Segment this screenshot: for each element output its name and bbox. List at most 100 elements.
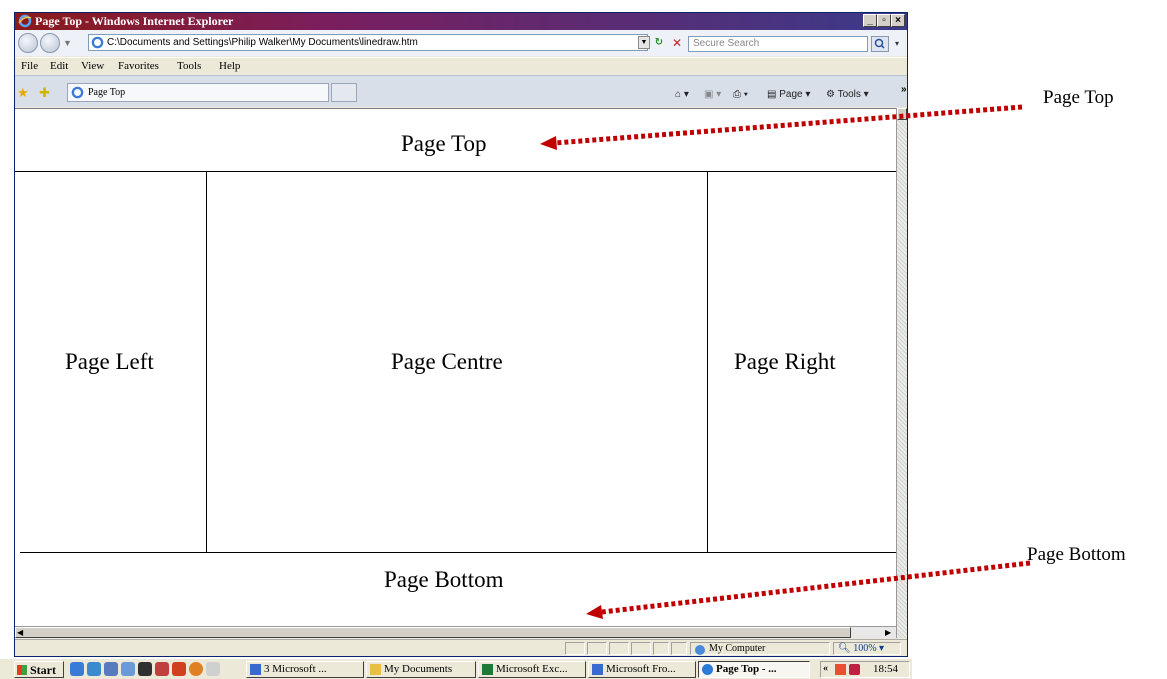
scroll-right-arrow-icon[interactable]: ▶ (885, 628, 891, 637)
zoom-value: 100% (853, 643, 877, 654)
security-zone[interactable]: My Computer (690, 642, 830, 655)
quicklaunch-ie-icon[interactable] (70, 662, 84, 676)
ie-page-icon (71, 86, 84, 99)
taskbar-button-page-top[interactable]: Page Top - ... (698, 661, 810, 678)
taskbar-button-frontpage[interactable]: Microsoft Fro... (588, 661, 696, 678)
quicklaunch-app-icon[interactable] (155, 662, 169, 676)
address-field[interactable]: C:\Documents and Settings\Philip Walker\… (88, 34, 648, 51)
ie-icon (18, 14, 32, 28)
browser-window: Page Top - Windows Internet Explorer _ ▫… (14, 12, 908, 657)
address-row: ▼ C:\Documents and Settings\Philip Walke… (15, 30, 907, 56)
page-menu-button[interactable]: ▤ Page ▾ (767, 89, 810, 100)
back-button[interactable] (18, 33, 38, 53)
vertical-scroll-thumb[interactable] (897, 108, 907, 120)
status-cell (609, 642, 629, 655)
start-label: Start (30, 663, 56, 677)
right-divider (707, 171, 708, 552)
taskbar-button-label: Microsoft Exc... (496, 663, 568, 675)
taskbar-button-label: My Documents (384, 663, 453, 675)
search-icon[interactable] (871, 36, 889, 52)
windows-logo-icon (17, 665, 27, 675)
more-commands-icon[interactable]: » (901, 84, 907, 95)
menu-edit[interactable]: Edit (50, 60, 68, 72)
page-right-text: Page Right (734, 349, 836, 374)
bottom-divider (20, 552, 896, 553)
print-icon[interactable]: ⎙ ▾ (733, 89, 748, 100)
window-title: Page Top - Windows Internet Explorer (35, 14, 234, 28)
status-cell (587, 642, 607, 655)
zoom-control[interactable]: 🔍︎ 100% ▾ (833, 642, 901, 655)
search-placeholder: Secure Search (693, 38, 760, 49)
quicklaunch-tool-icon[interactable] (206, 662, 220, 676)
stop-icon[interactable]: ✕ (670, 36, 684, 50)
taskbar-button-label: 3 Microsoft ... (264, 663, 327, 675)
excel-icon (482, 664, 493, 675)
status-cell (653, 642, 669, 655)
refresh-icon[interactable]: ↻ (652, 36, 666, 50)
horizontal-scrollbar[interactable]: ◀ ▶ (15, 626, 896, 638)
folder-icon (370, 664, 381, 675)
word-icon (250, 664, 261, 675)
ie-page-icon (91, 36, 104, 49)
search-options-dropdown-icon[interactable]: ▾ (891, 36, 903, 52)
annotation-page-top: Page Top (1043, 87, 1114, 108)
favorites-center-icon[interactable]: ★ (17, 85, 29, 101)
vertical-scrollbar[interactable] (896, 108, 907, 638)
menu-help[interactable]: Help (219, 60, 240, 72)
page-top-text: Page Top (401, 131, 487, 156)
quicklaunch-browser-icon[interactable] (87, 662, 101, 676)
tray-security-icon[interactable] (849, 664, 860, 675)
new-tab-button[interactable] (331, 83, 357, 102)
menu-favorites[interactable]: Favorites (118, 60, 159, 72)
close-button[interactable]: × (891, 14, 905, 27)
taskbar-button-label: Page Top - ... (716, 663, 777, 675)
annotation-page-bottom: Page Bottom (1027, 544, 1126, 565)
page-bottom-text: Page Bottom (384, 567, 504, 592)
add-favorites-icon[interactable]: ✚ (39, 85, 50, 101)
address-url: C:\Documents and Settings\Philip Walker\… (107, 37, 418, 48)
tools-menu-button[interactable]: ⚙ Tools ▾ (826, 89, 869, 100)
address-dropdown-icon[interactable]: ▼ (638, 36, 650, 49)
computer-zone-icon (695, 645, 705, 655)
menu-view[interactable]: View (81, 60, 104, 72)
quicklaunch-word-icon[interactable] (104, 662, 118, 676)
horizontal-scroll-thumb[interactable] (15, 627, 851, 638)
menu-tools[interactable]: Tools (177, 60, 201, 72)
quicklaunch-app2-icon[interactable] (172, 662, 186, 676)
title-bar[interactable]: Page Top - Windows Internet Explorer _ ▫… (15, 13, 907, 30)
page-menu-label: Page ▾ (779, 89, 811, 100)
taskbar-button-excel[interactable]: Microsoft Exc... (478, 661, 586, 678)
left-divider (206, 171, 207, 552)
zoom-level: 🔍︎ 100% ▾ (838, 643, 885, 654)
page-content: Page Top Page Left Page Centre Page Righ… (15, 108, 896, 626)
quicklaunch-cmd-icon[interactable] (138, 662, 152, 676)
system-tray: « 18:54 (820, 661, 910, 678)
page-left-text: Page Left (65, 349, 154, 374)
maximize-button[interactable]: ▫ (877, 14, 891, 27)
frontpage-icon (592, 664, 603, 675)
status-cell (565, 642, 585, 655)
quicklaunch-firefox-icon[interactable] (189, 662, 203, 676)
start-button[interactable]: Start (14, 661, 64, 678)
tray-app-icon[interactable] (835, 664, 846, 675)
feeds-icon[interactable]: ▣ ▾ (704, 89, 721, 100)
clock[interactable]: 18:54 (873, 663, 898, 675)
search-input[interactable]: Secure Search (688, 36, 868, 52)
taskbar-button-my-documents[interactable]: My Documents (366, 661, 476, 678)
page-centre-text: Page Centre (391, 349, 503, 374)
home-icon[interactable]: ⌂ ▾ (675, 89, 689, 100)
recent-pages-dropdown-icon[interactable]: ▼ (63, 38, 72, 48)
forward-button[interactable] (40, 33, 60, 53)
scroll-left-arrow-icon[interactable]: ◀ (17, 628, 23, 637)
tab-page-top[interactable]: Page Top (67, 83, 329, 102)
minimize-button[interactable]: _ (863, 14, 877, 27)
show-hidden-icons-button[interactable]: « (823, 663, 828, 674)
zone-label: My Computer (709, 643, 766, 654)
quicklaunch-desktop-icon[interactable] (121, 662, 135, 676)
taskbar: Start 3 Microsoft ... My Documents Micro… (0, 658, 912, 679)
ie-icon (702, 664, 713, 675)
taskbar-button-word-group[interactable]: 3 Microsoft ... (246, 661, 364, 678)
status-bar: My Computer 🔍︎ 100% ▾ (15, 639, 907, 656)
menu-file[interactable]: File (21, 60, 38, 72)
taskbar-button-label: Microsoft Fro... (606, 663, 676, 675)
